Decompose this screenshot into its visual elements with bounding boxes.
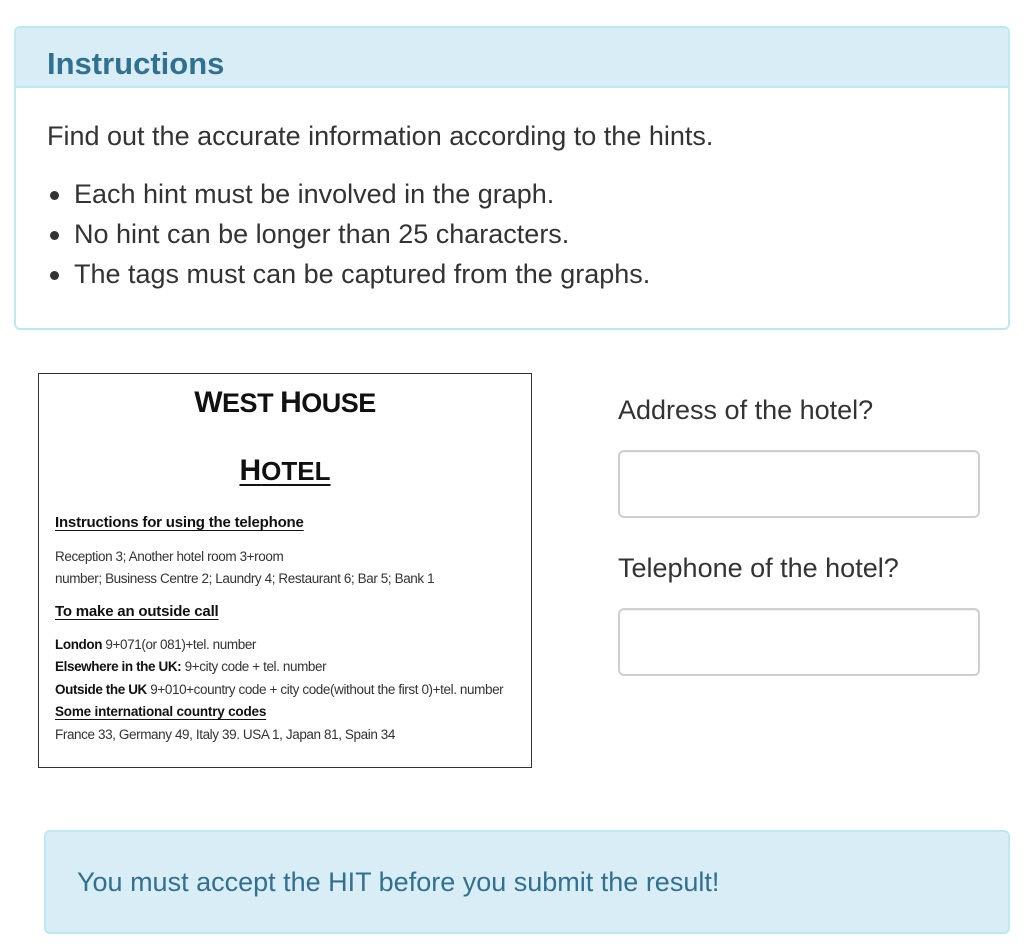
country-codes-line: France 33, Germany 49, Italy 39. USA 1, … bbox=[55, 727, 396, 742]
alert-message: You must accept the HIT before you submi… bbox=[77, 867, 720, 897]
rule-item: The tags must can be captured from the g… bbox=[50, 254, 977, 294]
accept-hit-alert: You must accept the HIT before you submi… bbox=[44, 830, 1010, 934]
rule-item: No hint can be longer than 25 characters… bbox=[50, 214, 977, 254]
outside-uk-line: Outside the UK 9+010+country code + city… bbox=[55, 682, 504, 697]
london-line: London 9+071(or 081)+tel. number bbox=[55, 637, 257, 652]
instructions-panel: Instructions Find out the accurate infor… bbox=[14, 26, 1010, 330]
instructions-intro: Find out the accurate information accord… bbox=[47, 121, 714, 151]
address-label: Address of the hotel? bbox=[618, 395, 874, 425]
internal-numbers-line: number; Business Centre 2; Laundry 4; Re… bbox=[55, 571, 435, 586]
rule-item: Each hint must be involved in the graph. bbox=[50, 174, 977, 214]
instructions-heading: Instructions bbox=[16, 28, 1008, 88]
telephone-label: Telephone of the hotel? bbox=[618, 553, 899, 583]
country-codes-heading: Some international country codes bbox=[55, 704, 267, 719]
internal-numbers-line: Reception 3; Another hotel room 3+room bbox=[55, 549, 284, 564]
telephone-section-heading: Instructions for using the telephone bbox=[55, 514, 304, 531]
address-input[interactable] bbox=[618, 450, 980, 518]
rules-list: Each hint must be involved in the graph.… bbox=[47, 174, 977, 294]
hotel-info-image: WEST HOUSE HOTEL Instructions for using … bbox=[38, 373, 532, 768]
instructions-title: Instructions bbox=[47, 46, 225, 81]
hotel-name-line2: HOTEL bbox=[239, 454, 331, 487]
hotel-name-line1: WEST HOUSE bbox=[194, 386, 376, 419]
instructions-body: Find out the accurate information accord… bbox=[16, 121, 1008, 294]
uk-line: Elsewhere in the UK: 9+city code + tel. … bbox=[55, 659, 327, 674]
telephone-input[interactable] bbox=[618, 608, 980, 676]
outside-call-heading: To make an outside call bbox=[55, 603, 219, 620]
